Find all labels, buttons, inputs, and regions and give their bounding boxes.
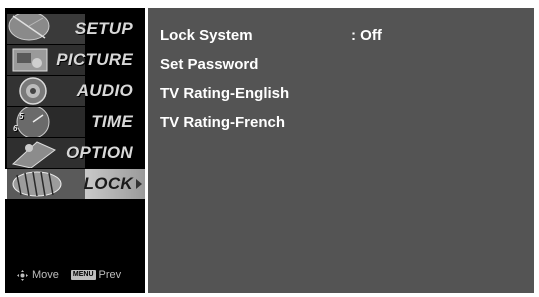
tv-rating-english-row[interactable]: TV Rating-English — [160, 81, 520, 105]
tv-rating-french-row[interactable]: TV Rating-French — [160, 110, 520, 134]
sidebar-item-label: PICTURE — [56, 50, 133, 69]
sidebar-item-label: LOCK — [83, 174, 133, 193]
move-arrows-icon — [17, 269, 28, 281]
sidebar-item-label: AUDIO — [76, 81, 133, 100]
sidebar-item-setup[interactable]: SETUP — [5, 14, 145, 44]
sidebar-item-option[interactable]: OPTION — [5, 138, 145, 168]
sidebar-item-lock[interactable]: LOCK — [5, 169, 145, 199]
clock-icon: 5 6 — [7, 107, 85, 137]
sidebar-item-label: TIME — [91, 112, 133, 131]
svg-text:6: 6 — [13, 124, 18, 133]
sidebar-item-time[interactable]: 5 6 TIME — [5, 107, 145, 137]
satellite-dish-icon — [7, 14, 85, 44]
menu-key-icon: MENU — [70, 270, 96, 280]
sidebar-item-label: OPTION — [66, 143, 133, 162]
tv-menu-screen: SETUP PICTURE AUDIO 5 6 TIME OPTION LOCK… — [0, 0, 539, 297]
chevron-right-icon — [136, 179, 142, 189]
set-password-label: Set Password — [160, 55, 259, 73]
lock-system-label: Lock System — [160, 26, 253, 44]
sidebar-item-audio[interactable]: AUDIO — [5, 76, 145, 106]
lock-icon — [7, 169, 85, 199]
tv-rating-french-label: TV Rating-French — [160, 113, 286, 131]
sidebar-menu: SETUP PICTURE AUDIO 5 6 TIME OPTION LOCK… — [5, 8, 145, 293]
speaker-icon — [7, 76, 85, 106]
move-hint-label: Move — [32, 269, 59, 281]
tv-rating-english-label: TV Rating-English — [160, 84, 290, 102]
sidebar-item-label: SETUP — [74, 19, 133, 38]
svg-text:5: 5 — [19, 112, 24, 121]
lock-system-row[interactable]: Lock System : Off — [160, 23, 520, 47]
lock-system-value: : Off — [351, 26, 382, 44]
prev-hint-label: Prev — [98, 269, 122, 281]
sidebar-footer: Move MENU Prev — [5, 267, 145, 283]
lock-settings-panel: Lock System : Off Set Password TV Rating… — [148, 8, 534, 293]
set-password-row[interactable]: Set Password — [160, 52, 520, 76]
sidebar-item-picture[interactable]: PICTURE — [5, 45, 145, 75]
